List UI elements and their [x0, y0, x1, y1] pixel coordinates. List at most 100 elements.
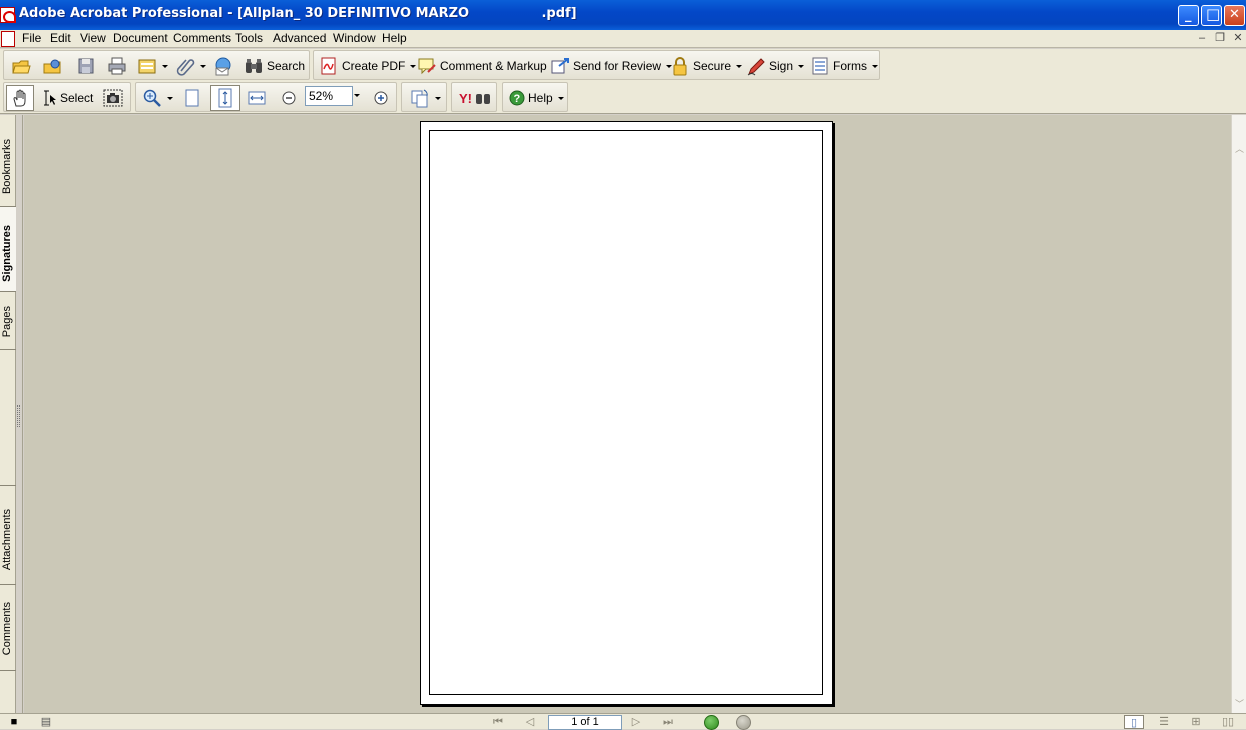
first-page-icon[interactable]: ⏮	[490, 715, 506, 729]
camera-icon	[103, 88, 123, 108]
create-pdf-label: Create PDF	[342, 59, 406, 73]
fit-width-button[interactable]	[247, 87, 267, 109]
search-button[interactable]: Search	[244, 55, 305, 77]
create-pdf-button[interactable]: Create PDF	[319, 55, 417, 77]
document-menu-icon[interactable]	[1, 31, 15, 47]
printer-icon	[107, 56, 127, 76]
zoom-in-tool-button[interactable]	[142, 87, 173, 109]
previous-view-icon[interactable]	[704, 715, 719, 730]
menu-edit[interactable]: Edit	[47, 31, 74, 47]
open-button[interactable]	[11, 55, 31, 77]
window-title: Adobe Acrobat Professional - [Allplan_ 3…	[19, 6, 577, 21]
close-button[interactable]: ✕	[1224, 5, 1245, 26]
select-tool-button[interactable]: Select	[41, 87, 93, 109]
menu-bar: File Edit View Document Comments Tools A…	[0, 30, 1246, 48]
panel-resize-grip[interactable]	[17, 405, 20, 427]
acrobat-app-icon[interactable]	[0, 7, 16, 23]
sign-button[interactable]: Sign	[746, 55, 805, 77]
tab-attachments[interactable]: Attachments	[0, 485, 16, 585]
print-button[interactable]	[107, 55, 127, 77]
maximize-icon: □	[1206, 5, 1221, 23]
svg-text:?: ?	[514, 93, 521, 105]
email-button[interactable]	[213, 55, 233, 77]
previous-page-icon[interactable]: ◁	[522, 715, 538, 729]
menu-comments[interactable]: Comments	[170, 31, 234, 47]
page-border-frame	[429, 130, 823, 695]
help-label: Help	[528, 91, 553, 105]
save-button[interactable]	[76, 55, 96, 77]
scroll-down-icon[interactable]: ﹀	[1235, 700, 1244, 709]
navigation-tab-strip: Bookmarks Signatures Pages Attachments C…	[0, 115, 16, 713]
comment-markup-label: Comment & Markup	[440, 59, 547, 73]
menu-help[interactable]: Help	[379, 31, 410, 47]
minimize-button[interactable]: _	[1178, 5, 1199, 26]
help-icon: ?	[509, 88, 525, 108]
zoom-out-icon	[279, 88, 299, 108]
rotate-view-button[interactable]	[410, 87, 441, 109]
comment-markup-button[interactable]: Comment & Markup	[417, 55, 558, 77]
organizer-button[interactable]	[42, 55, 62, 77]
navigation-panel: Bookmarks Signatures Pages Attachments C…	[0, 115, 23, 713]
menu-view[interactable]: View	[77, 31, 109, 47]
clipboard-icon	[137, 56, 157, 76]
next-view-icon[interactable]	[736, 715, 751, 730]
menu-tools[interactable]: Tools	[232, 31, 266, 47]
zoom-dropdown-button[interactable]	[353, 86, 363, 106]
toolbar-view: Select Y!	[0, 81, 1246, 114]
save-icon	[76, 56, 96, 76]
secure-label: Secure	[693, 59, 732, 73]
menu-document[interactable]: Document	[110, 31, 171, 47]
facing-layout-icon[interactable]: ▯▯	[1220, 715, 1236, 729]
tab-pages[interactable]: Pages	[0, 292, 16, 350]
zoom-in-button[interactable]	[371, 87, 391, 109]
help-button[interactable]: ? Help	[509, 87, 564, 109]
pdf-page[interactable]	[420, 121, 833, 705]
hand-tool-button[interactable]	[6, 85, 34, 111]
continuous-layout-icon[interactable]: ☰	[1156, 715, 1172, 729]
yahoo-toolbar-group: Y!	[451, 82, 497, 112]
next-page-icon[interactable]: ▷	[628, 715, 644, 729]
panel-options-icon[interactable]: ■	[6, 715, 22, 729]
send-for-review-button[interactable]: Send for Review	[550, 55, 673, 77]
mdi-restore-button[interactable]: ❐	[1212, 31, 1228, 47]
search-label: Search	[267, 59, 306, 73]
fit-width-icon	[247, 88, 267, 108]
actual-size-button[interactable]	[182, 87, 202, 109]
comment-markup-icon	[417, 56, 437, 76]
tasks-button[interactable]	[137, 55, 168, 77]
tab-pages-label: Pages	[1, 305, 13, 337]
page-number-field[interactable]: 1 of 1	[548, 715, 622, 730]
send-review-icon	[550, 56, 570, 76]
tab-signatures[interactable]: Signatures	[0, 207, 16, 292]
secure-button[interactable]: Secure	[670, 55, 743, 77]
single-page-layout-icon[interactable]: ▯	[1124, 715, 1144, 729]
fit-page-button[interactable]	[210, 85, 240, 111]
menu-window[interactable]: Window	[330, 31, 379, 47]
continuous-facing-layout-icon[interactable]: ⊞	[1188, 715, 1204, 729]
zoom-out-button[interactable]	[279, 87, 299, 109]
document-properties-icon[interactable]: ▤	[38, 715, 54, 729]
mdi-close-button[interactable]: ✕	[1230, 31, 1246, 47]
forms-button[interactable]: Forms	[810, 55, 878, 77]
vertical-scrollbar[interactable]: ︿ ﹀	[1231, 115, 1246, 713]
zoom-value-input[interactable]	[305, 86, 353, 106]
tab-comments[interactable]: Comments	[0, 585, 16, 671]
yahoo-search-button[interactable]: Y!	[458, 87, 492, 109]
maximize-button[interactable]: □	[1201, 5, 1222, 26]
menu-advanced[interactable]: Advanced	[270, 31, 329, 47]
basic-tools-group: Select	[3, 82, 131, 112]
send-for-review-label: Send for Review	[573, 59, 662, 73]
help-toolbar-group: ? Help	[502, 82, 568, 112]
menu-file[interactable]: File	[19, 31, 44, 47]
last-page-icon[interactable]: ⏭	[660, 715, 676, 729]
document-view[interactable]	[24, 115, 1231, 713]
tab-bookmarks[interactable]: Bookmarks	[0, 115, 16, 207]
actual-size-icon	[182, 88, 202, 108]
mdi-minimize-button[interactable]: –	[1194, 31, 1210, 47]
zoom-in-icon	[371, 88, 391, 108]
forms-label: Forms	[833, 59, 867, 73]
snapshot-button[interactable]	[103, 87, 123, 109]
attach-button[interactable]	[175, 55, 206, 77]
tab-comments-label: Comments	[1, 601, 13, 655]
scroll-up-icon[interactable]: ︿	[1235, 145, 1244, 154]
